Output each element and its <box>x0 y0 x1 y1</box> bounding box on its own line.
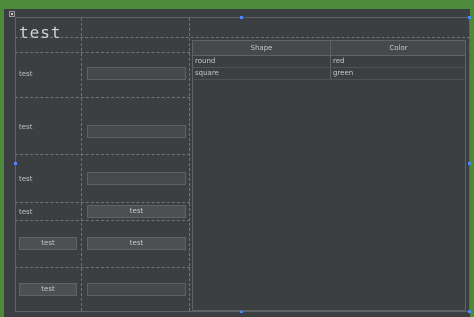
row3-label: test <box>19 175 33 183</box>
grid-row-divider <box>15 97 190 98</box>
table-cell-shape[interactable]: square <box>193 68 330 79</box>
row4-label: test <box>19 208 33 216</box>
grid-row-divider <box>15 220 190 221</box>
grid-row-divider <box>15 52 190 53</box>
resize-handle-top-right[interactable] <box>468 16 471 19</box>
row6-left-button[interactable]: test <box>19 283 77 296</box>
resize-handle-top[interactable] <box>240 16 243 19</box>
grid-row-divider <box>15 202 190 203</box>
row3-text-field[interactable] <box>87 172 186 185</box>
row5-left-button[interactable]: test <box>19 237 77 250</box>
table-header: Shape Color <box>193 41 465 56</box>
row2-label: test <box>19 123 33 131</box>
grid-row-divider <box>15 37 470 38</box>
grid-row-divider <box>15 267 190 268</box>
form-title: test <box>19 23 62 42</box>
column-header-shape[interactable]: Shape <box>193 41 330 55</box>
resize-handle-left[interactable] <box>14 162 17 165</box>
row1-text-field[interactable] <box>87 67 186 80</box>
row2-text-field[interactable] <box>87 125 186 138</box>
resize-handle-bottom-right[interactable] <box>468 310 471 313</box>
column-header-color[interactable]: Color <box>330 41 466 55</box>
resize-handle-right[interactable] <box>468 162 471 165</box>
table-cell-color[interactable]: red <box>330 56 465 67</box>
grid-row-divider <box>15 154 190 155</box>
table-cell-shape[interactable]: round <box>193 56 330 67</box>
form-canvas: test test test test test test test test … <box>4 9 471 317</box>
row1-label: test <box>19 70 33 78</box>
row5-right-button[interactable]: test <box>87 237 186 250</box>
table-row[interactable]: square green <box>193 68 465 80</box>
designer-top-strip <box>0 0 474 9</box>
table-cell-color[interactable]: green <box>330 68 465 79</box>
table-row[interactable]: round red <box>193 56 465 68</box>
row4-button[interactable]: test <box>87 205 186 218</box>
row6-text-field[interactable] <box>87 283 186 296</box>
shape-color-table[interactable]: Shape Color round red square green <box>192 40 466 311</box>
